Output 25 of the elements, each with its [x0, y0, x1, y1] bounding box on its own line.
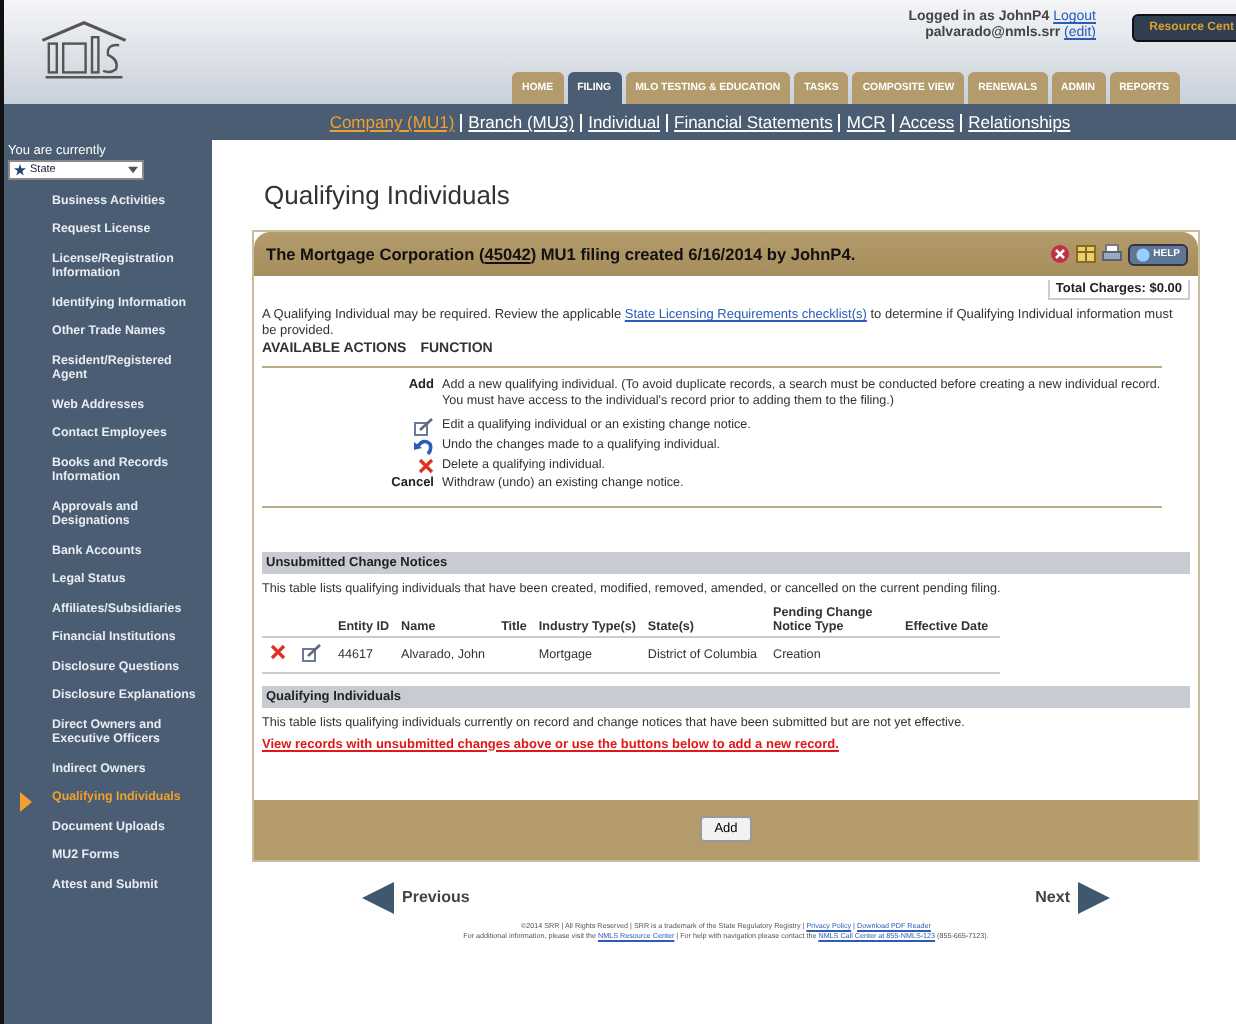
printer-icon[interactable]: [1101, 244, 1122, 264]
next-link[interactable]: Next: [1035, 881, 1110, 913]
edit-icon[interactable]: [302, 643, 322, 661]
left-arrow-icon: [362, 881, 394, 913]
filing-id-link[interactable]: 45042: [484, 244, 531, 264]
sub-nav-link[interactable]: MCR: [846, 112, 886, 132]
right-arrow-icon: [1078, 881, 1110, 913]
sub-nav-link[interactable]: Relationships: [968, 112, 1071, 132]
grid-icon[interactable]: [1075, 244, 1096, 264]
sub-nav-link[interactable]: Financial Statements: [674, 112, 833, 132]
caret-icon: [128, 166, 138, 174]
star-icon: [14, 164, 26, 176]
page-title: Qualifying Individuals: [264, 180, 512, 210]
pointer-icon: [20, 791, 32, 811]
undo-icon: [414, 438, 434, 456]
sub-nav-link[interactable]: Access: [899, 112, 955, 132]
sub-nav-link[interactable]: Company (MU1): [329, 112, 455, 132]
filing-title: The Mortgage Corporation (45042) MU1 filing created 6/16/2014 by JohnP4.: [266, 244, 856, 264]
sub-nav-link[interactable]: Branch (MU3): [468, 112, 575, 132]
sub-nav-link[interactable]: Individual: [588, 112, 660, 132]
delete-icon[interactable]: [270, 644, 286, 660]
delete-icon: [418, 458, 434, 474]
edit-icon: [414, 418, 434, 436]
previous-link[interactable]: Previous: [362, 881, 470, 913]
alert-icon[interactable]: [1049, 244, 1070, 264]
